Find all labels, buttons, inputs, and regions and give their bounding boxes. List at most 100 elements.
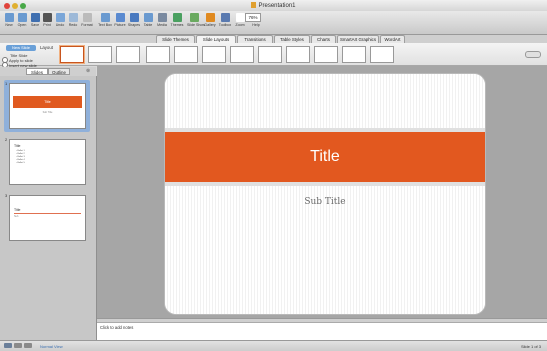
layout-thumbnail[interactable] [202, 46, 226, 63]
toolbar-button-label: Format [81, 23, 93, 27]
slides-pane: 1 Title Sub Title 2 Title • Bullet 1 • B… [0, 76, 97, 340]
ribbon-tab-slide-layouts[interactable]: Slide Layouts [196, 35, 236, 43]
layout-thumbnail[interactable] [342, 46, 366, 63]
document-icon [251, 2, 257, 8]
notes-placeholder: Click to add notes [100, 325, 134, 330]
toolbar-button-label: Open [17, 23, 27, 27]
table-icon [143, 13, 153, 22]
mini-divider [14, 213, 81, 214]
slide-number: 2 [5, 137, 8, 142]
window-title: Presentation1 [0, 2, 547, 9]
toolbar-button-label: Table [143, 23, 153, 27]
slide-thumbnail-3[interactable]: 3 Title Sub [4, 192, 90, 244]
layout-thumbnail[interactable] [258, 46, 282, 63]
zoom-field[interactable]: 76% [245, 13, 261, 22]
slide-counter: Slide 1 of 3 [520, 344, 541, 349]
view-name: Normal View [40, 344, 63, 349]
slide-number: 1 [5, 81, 8, 86]
toolbar-button-label: Print [43, 23, 51, 27]
slide-canvas: Title Sub Title [97, 66, 547, 318]
layout-thumbnail[interactable] [116, 46, 140, 63]
toolbar-button-label: Themes [170, 23, 184, 27]
toolbar-button-label: Zoom [235, 23, 245, 27]
side-panel-tabs: Slides Outline ⊗ [0, 67, 96, 76]
table-button[interactable]: Table [141, 12, 155, 32]
slide-subtitle[interactable]: Sub Title [165, 197, 485, 207]
redo-icon [68, 13, 78, 22]
textbox-icon [100, 13, 110, 22]
undo-button[interactable]: Undo [53, 12, 67, 32]
new-document-icon [4, 13, 14, 22]
redo-button[interactable]: Redo [66, 12, 80, 32]
slideshow-icon [189, 13, 199, 22]
standard-toolbar: New Open Save Print Undo Redo Format Text Box Pi… [0, 11, 547, 35]
slide-thumbnail-1[interactable]: 1 Title Sub Title [4, 80, 90, 132]
themes-button[interactable]: Themes [170, 12, 184, 32]
tab-outline[interactable]: Outline [48, 68, 70, 75]
slide-show-button[interactable]: Slide Show [187, 12, 205, 32]
mini-bullets: • Bullet 1 • Bullet 2 • Bullet 3 • Bulle… [16, 150, 25, 164]
media-button[interactable]: Media [155, 12, 169, 32]
toolbar-button-label: Text Box [98, 23, 112, 27]
slideshow-view-icon[interactable] [24, 343, 32, 348]
undo-icon [55, 13, 65, 22]
ribbon-tab-bar: Slide Themes Slide Layouts Transitions Tabl… [0, 35, 547, 43]
title-band-bottom-rule [165, 182, 485, 186]
slide-sorter-icon[interactable] [14, 343, 22, 348]
toolbox-button[interactable]: Toolbox [218, 12, 232, 32]
mini-title: Title [14, 208, 21, 212]
text-box-button[interactable]: Text Box [98, 12, 112, 32]
ribbon-tab-smartart-graphics[interactable]: SmartArt Graphics [337, 35, 379, 43]
new-button[interactable]: New [2, 12, 16, 32]
toolbar-button-label: Slide Show [187, 23, 205, 27]
layout-thumbnail[interactable] [174, 46, 198, 63]
toolbar-button-label: Help [252, 23, 260, 27]
picture-button[interactable]: Picture [113, 12, 127, 32]
layout-thumbnail[interactable] [60, 46, 84, 63]
ribbon-tab-wordart[interactable]: WordArt [380, 35, 405, 43]
toolbar-button-label: Gallery [204, 23, 216, 27]
mini-subtitle: Sub Title [42, 111, 53, 114]
layout-thumbnail[interactable] [314, 46, 338, 63]
open-folder-icon [17, 13, 27, 22]
gallery-button[interactable]: Gallery [203, 12, 217, 32]
print-button[interactable]: Print [40, 12, 54, 32]
layout-thumbnail[interactable] [230, 46, 254, 63]
close-panel-icon[interactable]: ⊗ [86, 68, 90, 74]
slide-number: 3 [5, 193, 8, 198]
layout-thumbnail[interactable] [146, 46, 170, 63]
slide-title[interactable]: Title [165, 132, 485, 182]
mini-slide: Title • Bullet 1 • Bullet 2 • Bullet 3 •… [9, 139, 86, 185]
save-icon [30, 13, 40, 22]
layout-thumbnail[interactable] [370, 46, 394, 63]
slide-thumbnail-2[interactable]: 2 Title • Bullet 1 • Bullet 2 • Bullet 3… [4, 136, 90, 188]
toolbar-button-label: Shapes [127, 23, 141, 27]
format-button[interactable]: Format [80, 12, 94, 32]
mini-slide: Title Sub [9, 195, 86, 241]
notes-pane[interactable]: Click to add notes [97, 322, 547, 341]
themes-icon [172, 13, 182, 22]
layout-thumbnail[interactable] [88, 46, 112, 63]
mini-title-band: Title [13, 96, 82, 108]
ribbon-tab-charts[interactable]: Charts [311, 35, 336, 43]
layout-thumbnail[interactable] [286, 46, 310, 63]
mini-slide: Title Sub Title [9, 83, 86, 129]
open-button[interactable]: Open [15, 12, 29, 32]
status-bar: Normal View Slide 1 of 3 [0, 340, 547, 351]
layout-button[interactable]: Layout [40, 45, 53, 50]
ribbon-tab-slide-themes[interactable]: Slide Themes [156, 35, 195, 43]
media-icon [157, 13, 167, 22]
toolbar-button-label: Undo [55, 23, 65, 27]
shapes-button[interactable]: Shapes [127, 12, 141, 32]
new-slide-button[interactable]: New Slide [6, 45, 36, 51]
format-brush-icon [82, 13, 92, 22]
ribbon-tab-table-styles[interactable]: Table Styles [274, 35, 310, 43]
normal-view-icon[interactable] [4, 343, 12, 348]
tab-slides[interactable]: Slides [26, 68, 48, 75]
gallery-scroll-control[interactable] [525, 51, 541, 58]
toolbox-icon [220, 13, 230, 22]
picture-icon [115, 13, 125, 22]
zoom-icon [235, 13, 245, 22]
current-slide[interactable]: Title Sub Title [164, 73, 486, 315]
ribbon-tab-transitions[interactable]: Transitions [237, 35, 273, 43]
